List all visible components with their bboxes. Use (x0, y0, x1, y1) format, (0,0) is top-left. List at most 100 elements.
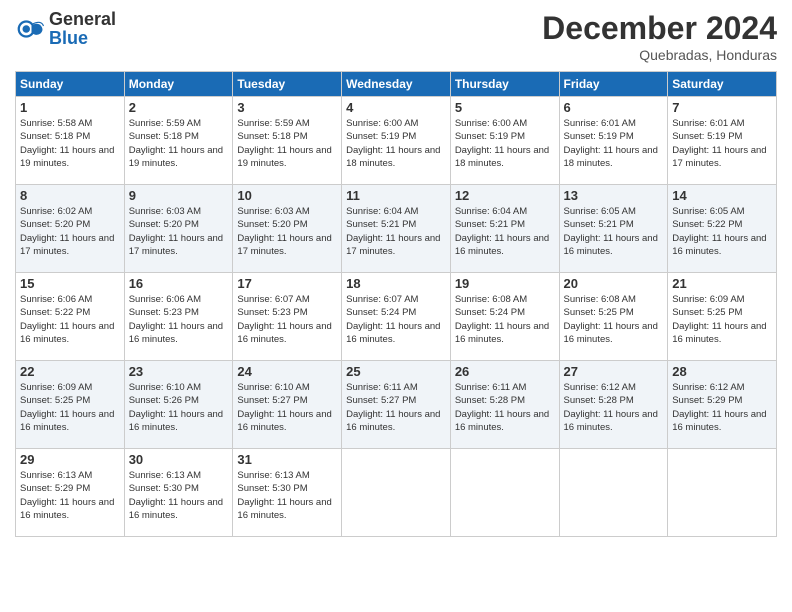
table-row: 5 Sunrise: 6:00 AM Sunset: 5:19 PM Dayli… (450, 97, 559, 185)
sunrise-label: Sunrise: 6:06 AM (20, 294, 92, 305)
day-number: 15 (20, 276, 120, 291)
table-row: 31 Sunrise: 6:13 AM Sunset: 5:30 PM Dayl… (233, 449, 342, 537)
daylight-label: Daylight: 11 hours and 16 minutes. (346, 409, 440, 433)
sunrise-label: Sunrise: 6:05 AM (672, 206, 744, 217)
calendar-week-5: 29 Sunrise: 6:13 AM Sunset: 5:29 PM Dayl… (16, 449, 777, 537)
daylight-label: Daylight: 11 hours and 16 minutes. (564, 409, 658, 433)
day-number: 8 (20, 188, 120, 203)
day-number: 12 (455, 188, 555, 203)
table-row: 7 Sunrise: 6:01 AM Sunset: 5:19 PM Dayli… (668, 97, 777, 185)
sunset-label: Sunset: 5:27 PM (346, 395, 416, 406)
sunrise-label: Sunrise: 6:13 AM (20, 470, 92, 481)
day-info: Sunrise: 5:59 AM Sunset: 5:18 PM Dayligh… (129, 117, 229, 170)
table-row: 3 Sunrise: 5:59 AM Sunset: 5:18 PM Dayli… (233, 97, 342, 185)
table-row: 2 Sunrise: 5:59 AM Sunset: 5:18 PM Dayli… (124, 97, 233, 185)
table-row: 20 Sunrise: 6:08 AM Sunset: 5:25 PM Dayl… (559, 273, 668, 361)
table-row: 4 Sunrise: 6:00 AM Sunset: 5:19 PM Dayli… (342, 97, 451, 185)
daylight-label: Daylight: 11 hours and 19 minutes. (129, 145, 223, 169)
daylight-label: Daylight: 11 hours and 17 minutes. (237, 233, 331, 257)
sunrise-label: Sunrise: 6:03 AM (129, 206, 201, 217)
col-thursday: Thursday (450, 72, 559, 97)
table-row: 29 Sunrise: 6:13 AM Sunset: 5:29 PM Dayl… (16, 449, 125, 537)
day-info: Sunrise: 6:04 AM Sunset: 5:21 PM Dayligh… (455, 205, 555, 258)
daylight-label: Daylight: 11 hours and 19 minutes. (237, 145, 331, 169)
sunrise-label: Sunrise: 6:12 AM (672, 382, 744, 393)
logo: General Blue (15, 10, 116, 48)
daylight-label: Daylight: 11 hours and 19 minutes. (20, 145, 114, 169)
sunrise-label: Sunrise: 6:08 AM (455, 294, 527, 305)
table-row: 8 Sunrise: 6:02 AM Sunset: 5:20 PM Dayli… (16, 185, 125, 273)
day-number: 25 (346, 364, 446, 379)
calendar: Sunday Monday Tuesday Wednesday Thursday… (15, 71, 777, 537)
table-row: 26 Sunrise: 6:11 AM Sunset: 5:28 PM Dayl… (450, 361, 559, 449)
sunrise-label: Sunrise: 6:00 AM (346, 118, 418, 129)
day-number: 21 (672, 276, 772, 291)
day-info: Sunrise: 6:10 AM Sunset: 5:26 PM Dayligh… (129, 381, 229, 434)
day-number: 2 (129, 100, 229, 115)
sunrise-label: Sunrise: 6:00 AM (455, 118, 527, 129)
table-row: 13 Sunrise: 6:05 AM Sunset: 5:21 PM Dayl… (559, 185, 668, 273)
daylight-label: Daylight: 11 hours and 16 minutes. (564, 233, 658, 257)
daylight-label: Daylight: 11 hours and 16 minutes. (20, 497, 114, 521)
table-row: 16 Sunrise: 6:06 AM Sunset: 5:23 PM Dayl… (124, 273, 233, 361)
table-row: 24 Sunrise: 6:10 AM Sunset: 5:27 PM Dayl… (233, 361, 342, 449)
daylight-label: Daylight: 11 hours and 17 minutes. (346, 233, 440, 257)
table-row (342, 449, 451, 537)
table-row: 25 Sunrise: 6:11 AM Sunset: 5:27 PM Dayl… (342, 361, 451, 449)
sunrise-label: Sunrise: 6:09 AM (672, 294, 744, 305)
table-row: 15 Sunrise: 6:06 AM Sunset: 5:22 PM Dayl… (16, 273, 125, 361)
daylight-label: Daylight: 11 hours and 16 minutes. (672, 233, 766, 257)
day-info: Sunrise: 6:07 AM Sunset: 5:23 PM Dayligh… (237, 293, 337, 346)
sunrise-label: Sunrise: 6:11 AM (455, 382, 527, 393)
day-info: Sunrise: 5:59 AM Sunset: 5:18 PM Dayligh… (237, 117, 337, 170)
day-number: 11 (346, 188, 446, 203)
table-row: 21 Sunrise: 6:09 AM Sunset: 5:25 PM Dayl… (668, 273, 777, 361)
col-saturday: Saturday (668, 72, 777, 97)
sunset-label: Sunset: 5:21 PM (455, 219, 525, 230)
day-number: 30 (129, 452, 229, 467)
day-info: Sunrise: 6:11 AM Sunset: 5:28 PM Dayligh… (455, 381, 555, 434)
day-info: Sunrise: 6:13 AM Sunset: 5:29 PM Dayligh… (20, 469, 120, 522)
day-number: 6 (564, 100, 664, 115)
day-info: Sunrise: 6:11 AM Sunset: 5:27 PM Dayligh… (346, 381, 446, 434)
daylight-label: Daylight: 11 hours and 16 minutes. (672, 409, 766, 433)
sunrise-label: Sunrise: 6:04 AM (346, 206, 418, 217)
daylight-label: Daylight: 11 hours and 16 minutes. (20, 409, 114, 433)
sunrise-label: Sunrise: 6:13 AM (129, 470, 201, 481)
logo-icon (15, 14, 45, 44)
table-row: 30 Sunrise: 6:13 AM Sunset: 5:30 PM Dayl… (124, 449, 233, 537)
day-number: 26 (455, 364, 555, 379)
sunset-label: Sunset: 5:29 PM (20, 483, 90, 494)
day-number: 17 (237, 276, 337, 291)
sunrise-label: Sunrise: 6:01 AM (672, 118, 744, 129)
day-info: Sunrise: 6:01 AM Sunset: 5:19 PM Dayligh… (564, 117, 664, 170)
daylight-label: Daylight: 11 hours and 16 minutes. (237, 497, 331, 521)
day-number: 20 (564, 276, 664, 291)
daylight-label: Daylight: 11 hours and 17 minutes. (129, 233, 223, 257)
daylight-label: Daylight: 11 hours and 16 minutes. (129, 409, 223, 433)
day-info: Sunrise: 6:05 AM Sunset: 5:21 PM Dayligh… (564, 205, 664, 258)
sunset-label: Sunset: 5:20 PM (237, 219, 307, 230)
day-number: 14 (672, 188, 772, 203)
sunrise-label: Sunrise: 6:12 AM (564, 382, 636, 393)
day-info: Sunrise: 6:01 AM Sunset: 5:19 PM Dayligh… (672, 117, 772, 170)
sunrise-label: Sunrise: 6:06 AM (129, 294, 201, 305)
day-info: Sunrise: 6:10 AM Sunset: 5:27 PM Dayligh… (237, 381, 337, 434)
sunset-label: Sunset: 5:18 PM (20, 131, 90, 142)
daylight-label: Daylight: 11 hours and 16 minutes. (455, 409, 549, 433)
day-number: 5 (455, 100, 555, 115)
sunrise-label: Sunrise: 6:05 AM (564, 206, 636, 217)
daylight-label: Daylight: 11 hours and 16 minutes. (129, 497, 223, 521)
sunset-label: Sunset: 5:30 PM (237, 483, 307, 494)
sunset-label: Sunset: 5:21 PM (346, 219, 416, 230)
day-number: 29 (20, 452, 120, 467)
table-row: 17 Sunrise: 6:07 AM Sunset: 5:23 PM Dayl… (233, 273, 342, 361)
col-sunday: Sunday (16, 72, 125, 97)
sunrise-label: Sunrise: 6:07 AM (237, 294, 309, 305)
sunrise-label: Sunrise: 6:13 AM (237, 470, 309, 481)
daylight-label: Daylight: 11 hours and 16 minutes. (237, 409, 331, 433)
sunset-label: Sunset: 5:29 PM (672, 395, 742, 406)
day-info: Sunrise: 6:06 AM Sunset: 5:23 PM Dayligh… (129, 293, 229, 346)
calendar-week-4: 22 Sunrise: 6:09 AM Sunset: 5:25 PM Dayl… (16, 361, 777, 449)
table-row: 19 Sunrise: 6:08 AM Sunset: 5:24 PM Dayl… (450, 273, 559, 361)
